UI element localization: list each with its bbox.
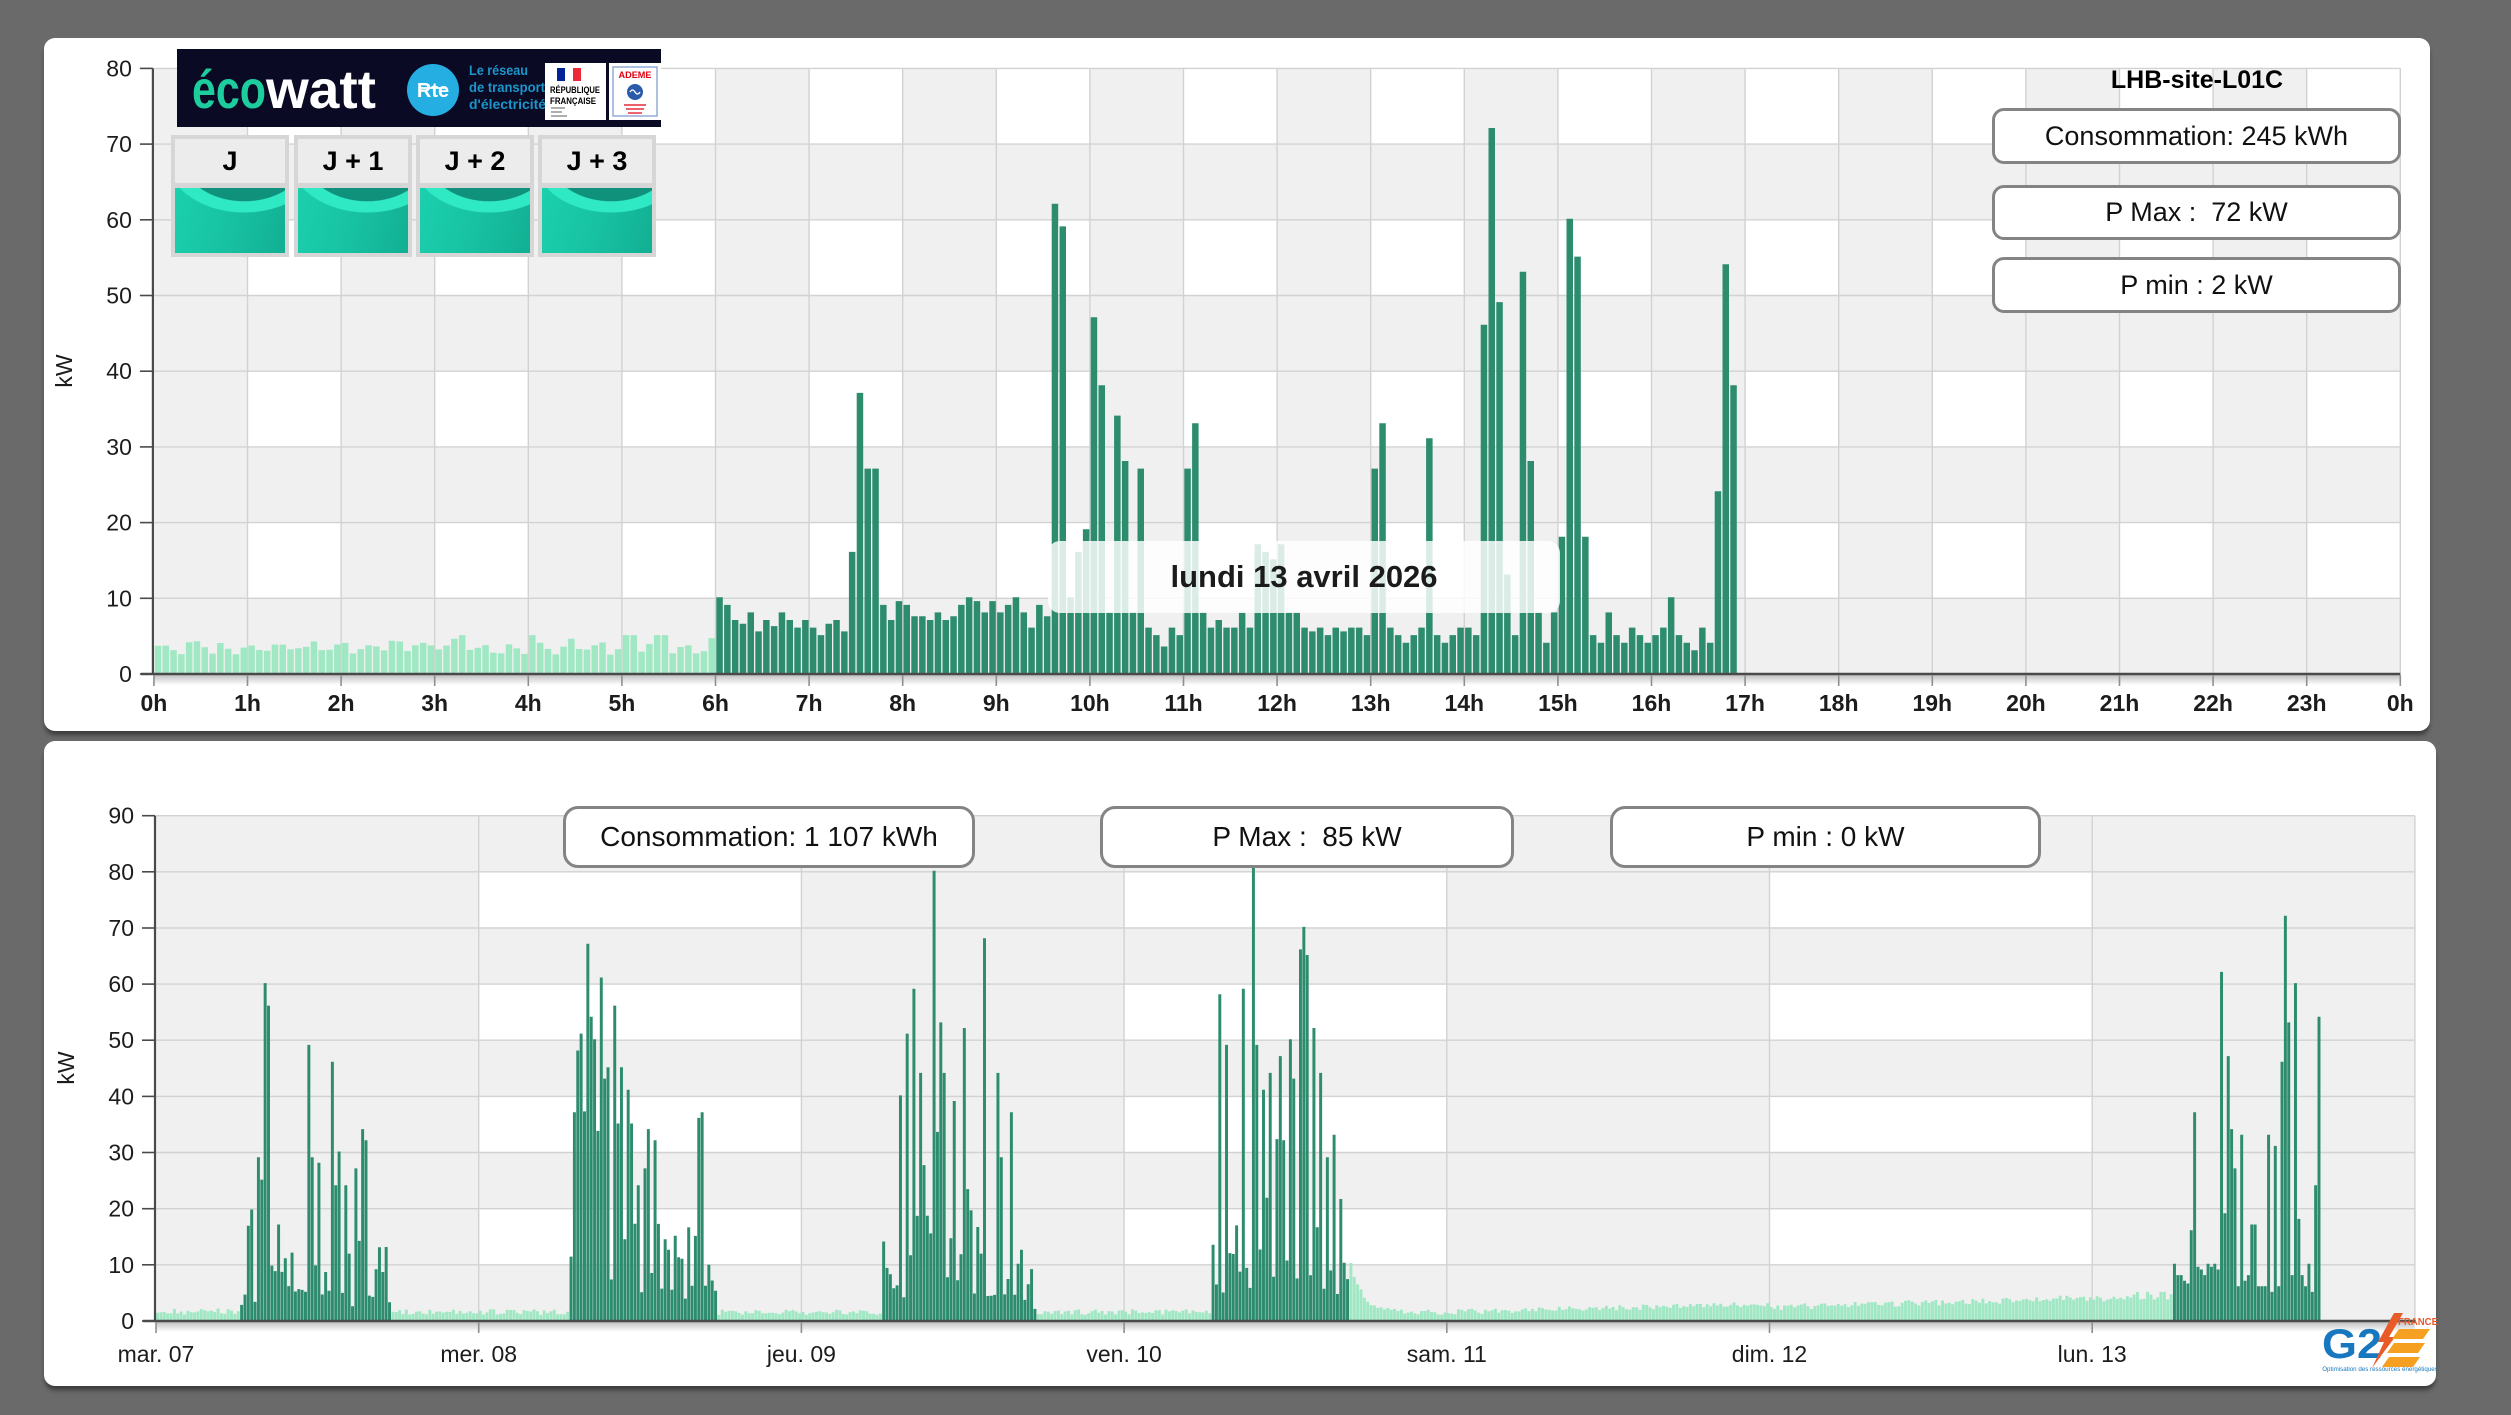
svg-text:16h: 16h: [1632, 690, 1672, 716]
svg-text:20: 20: [108, 1196, 134, 1222]
svg-text:13h: 13h: [1351, 690, 1391, 716]
svg-text:10: 10: [108, 1252, 134, 1278]
svg-text:sam. 11: sam. 11: [1407, 1341, 1487, 1367]
svg-text:jeu. 09: jeu. 09: [766, 1341, 836, 1367]
svg-text:kW: kW: [53, 1051, 79, 1085]
svg-text:2h: 2h: [328, 690, 355, 716]
svg-text:10: 10: [106, 585, 132, 611]
svg-text:15h: 15h: [1538, 690, 1578, 716]
svg-text:9h: 9h: [983, 690, 1010, 716]
svg-text:12h: 12h: [1257, 690, 1297, 716]
svg-text:80: 80: [108, 859, 134, 885]
svg-text:14h: 14h: [1444, 690, 1484, 716]
svg-text:50: 50: [106, 283, 132, 309]
svg-text:30: 30: [108, 1140, 134, 1166]
svg-text:dim. 12: dim. 12: [1732, 1341, 1807, 1367]
svg-text:FRANCE: FRANCE: [2398, 1316, 2438, 1328]
svg-text:50: 50: [108, 1027, 134, 1053]
svg-text:23h: 23h: [2287, 690, 2327, 716]
svg-text:70: 70: [106, 131, 132, 157]
svg-text:20: 20: [106, 510, 132, 536]
svg-text:G2: G2: [2322, 1320, 2382, 1367]
svg-text:8h: 8h: [889, 690, 916, 716]
svg-text:30: 30: [106, 434, 132, 460]
svg-text:90: 90: [108, 803, 134, 829]
svg-text:0: 0: [121, 1308, 134, 1334]
svg-text:kW: kW: [51, 354, 77, 388]
svg-text:Optimisation des ressources én: Optimisation des ressources énergétiques: [2322, 1366, 2438, 1373]
svg-text:5h: 5h: [608, 690, 635, 716]
svg-text:17h: 17h: [1725, 690, 1765, 716]
svg-text:21h: 21h: [2100, 690, 2140, 716]
svg-text:11h: 11h: [1164, 690, 1202, 716]
svg-text:1h: 1h: [234, 690, 261, 716]
svg-text:10h: 10h: [1070, 690, 1110, 716]
svg-text:19h: 19h: [1912, 690, 1952, 716]
svg-text:ven. 10: ven. 10: [1086, 1341, 1161, 1367]
svg-text:4h: 4h: [515, 690, 542, 716]
svg-text:3h: 3h: [421, 690, 448, 716]
svg-text:40: 40: [108, 1083, 134, 1109]
svg-text:0h: 0h: [2387, 690, 2414, 716]
svg-text:0h: 0h: [140, 690, 167, 716]
svg-text:18h: 18h: [1819, 690, 1859, 716]
svg-text:mar. 07: mar. 07: [118, 1341, 195, 1367]
svg-text:0: 0: [119, 661, 132, 687]
svg-text:70: 70: [108, 915, 134, 941]
svg-text:22h: 22h: [2193, 690, 2233, 716]
svg-text:40: 40: [106, 358, 132, 384]
svg-text:80: 80: [106, 55, 132, 81]
svg-text:60: 60: [106, 207, 132, 233]
svg-text:lun. 13: lun. 13: [2058, 1341, 2127, 1367]
svg-text:6h: 6h: [702, 690, 729, 716]
svg-text:20h: 20h: [2006, 690, 2046, 716]
svg-text:60: 60: [108, 971, 134, 997]
svg-text:7h: 7h: [796, 690, 823, 716]
svg-text:mer. 08: mer. 08: [440, 1341, 517, 1367]
